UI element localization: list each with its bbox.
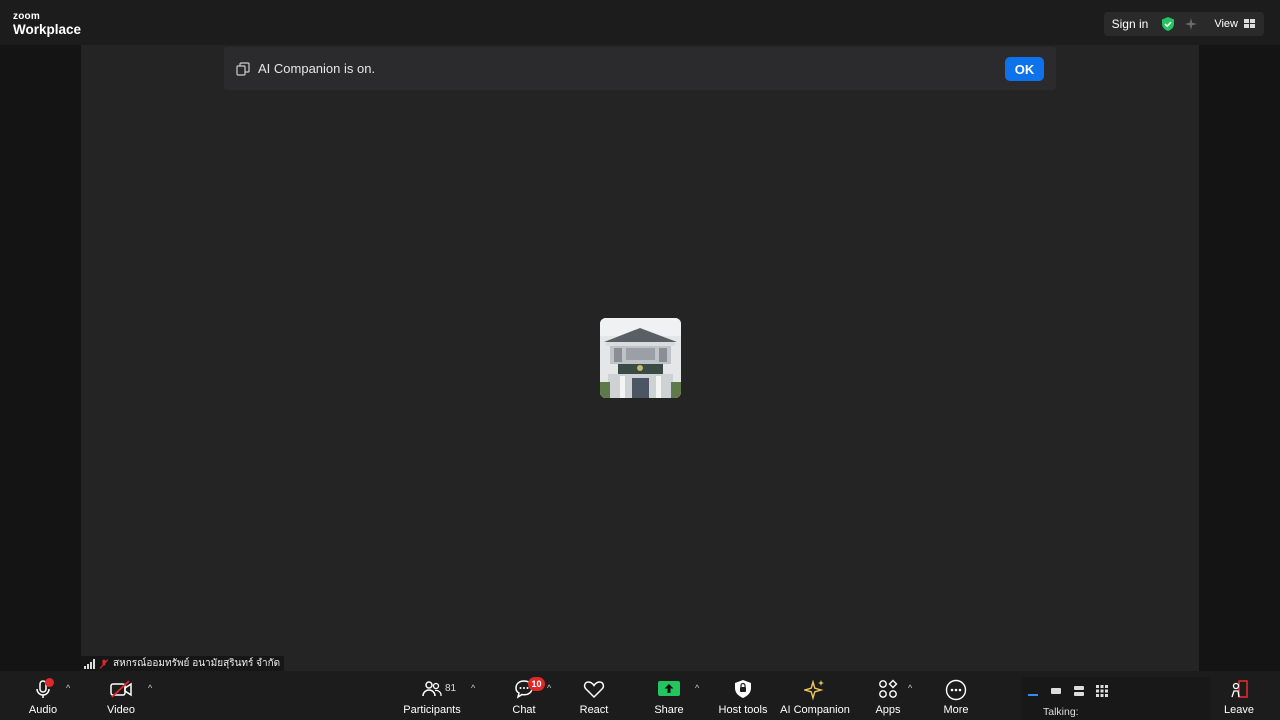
participants-icon: [422, 681, 442, 697]
video-label: Video: [107, 704, 135, 716]
ai-companion-notice: AI Companion is on. OK: [224, 47, 1056, 90]
participants-label: Participants: [403, 704, 461, 716]
top-bar: zoom Workplace Sign in View: [0, 0, 1280, 45]
apps-options-caret[interactable]: ^: [908, 683, 912, 693]
ok-button[interactable]: OK: [1005, 57, 1044, 81]
leave-door-icon: [1231, 680, 1248, 698]
copy-icon: [236, 61, 250, 76]
muted-mic-icon: [100, 658, 108, 669]
sign-in-button[interactable]: Sign in: [1112, 17, 1149, 31]
video-options-caret[interactable]: ^: [148, 683, 152, 693]
share-screen-icon: [658, 681, 680, 696]
top-right-controls: Sign in View: [1103, 12, 1264, 36]
gallery-layout-icon[interactable]: [1096, 685, 1108, 697]
grid-icon[interactable]: [1244, 19, 1256, 29]
more-icon: [945, 679, 967, 701]
stage-left-margin: [0, 45, 81, 671]
meeting-toolbar: Audio ^ Video ^ Participants 81 ^ Chat 1…: [0, 671, 1280, 720]
video-button[interactable]: Video: [100, 671, 142, 720]
participants-button[interactable]: Participants: [403, 671, 461, 720]
video-off-icon: [110, 680, 132, 698]
stage-right-margin: [1199, 45, 1280, 671]
view-layout-panel: Talking:: [1021, 677, 1211, 720]
chat-options-caret[interactable]: ^: [547, 683, 551, 693]
apps-icon: [879, 679, 898, 698]
chat-unread-badge: 10: [528, 677, 545, 691]
chat-label: Chat: [512, 704, 536, 716]
shield-check-icon[interactable]: [1160, 16, 1176, 32]
logo-zoom-text: zoom: [13, 11, 40, 22]
thumbnail-layout-icon[interactable]: [1050, 685, 1062, 697]
participant-name: สหกรณ์ออมทรัพย์ อนามัยสุรินทร์ จำกัด: [113, 658, 281, 669]
ai-sparkle-icon: [804, 679, 824, 701]
logo-workplace-text: Workplace: [13, 22, 82, 37]
view-button[interactable]: View: [1214, 18, 1238, 30]
speaker-layout-icon[interactable]: [1073, 685, 1085, 697]
share-label: Share: [654, 704, 684, 716]
audio-button[interactable]: Audio: [22, 671, 64, 720]
audio-options-caret[interactable]: ^: [66, 683, 70, 693]
participants-count: 81: [445, 683, 457, 694]
talking-indicator: Talking:: [1043, 706, 1079, 718]
participants-options-caret[interactable]: ^: [471, 683, 475, 693]
apps-label: Apps: [875, 704, 901, 716]
participant-avatar[interactable]: [600, 318, 681, 398]
leave-button[interactable]: Leave: [1222, 671, 1256, 720]
apps-button[interactable]: Apps: [870, 671, 906, 720]
signal-strength-icon: [84, 658, 95, 669]
host-tools-button[interactable]: Host tools: [718, 671, 768, 720]
ai-companion-label: AI Companion: [780, 704, 850, 716]
more-label: More: [943, 704, 969, 716]
audio-label: Audio: [28, 704, 58, 716]
audio-alert-dot: [45, 678, 54, 687]
minimize-layout-icon[interactable]: [1027, 685, 1039, 697]
share-options-caret[interactable]: ^: [695, 683, 699, 693]
ai-companion-button[interactable]: AI Companion: [780, 671, 850, 720]
building-photo: [600, 318, 681, 398]
host-tools-label: Host tools: [718, 704, 768, 716]
host-shield-icon: [735, 680, 751, 698]
zoom-meeting-window: zoom Workplace Sign in View AI Companion…: [0, 0, 1280, 720]
heart-icon: [583, 681, 605, 699]
more-button[interactable]: More: [938, 671, 974, 720]
participant-name-tag: สหกรณ์ออมทรัพย์ อนามัยสุรินทร์ จำกัด: [81, 656, 285, 671]
react-button[interactable]: React: [576, 671, 612, 720]
leave-label: Leave: [1224, 704, 1254, 716]
zoom-workplace-logo: zoom Workplace: [13, 12, 81, 37]
react-label: React: [579, 704, 609, 716]
notice-text: AI Companion is on.: [258, 61, 376, 76]
sparkle-icon[interactable]: [1184, 17, 1198, 31]
share-button[interactable]: Share: [650, 671, 688, 720]
